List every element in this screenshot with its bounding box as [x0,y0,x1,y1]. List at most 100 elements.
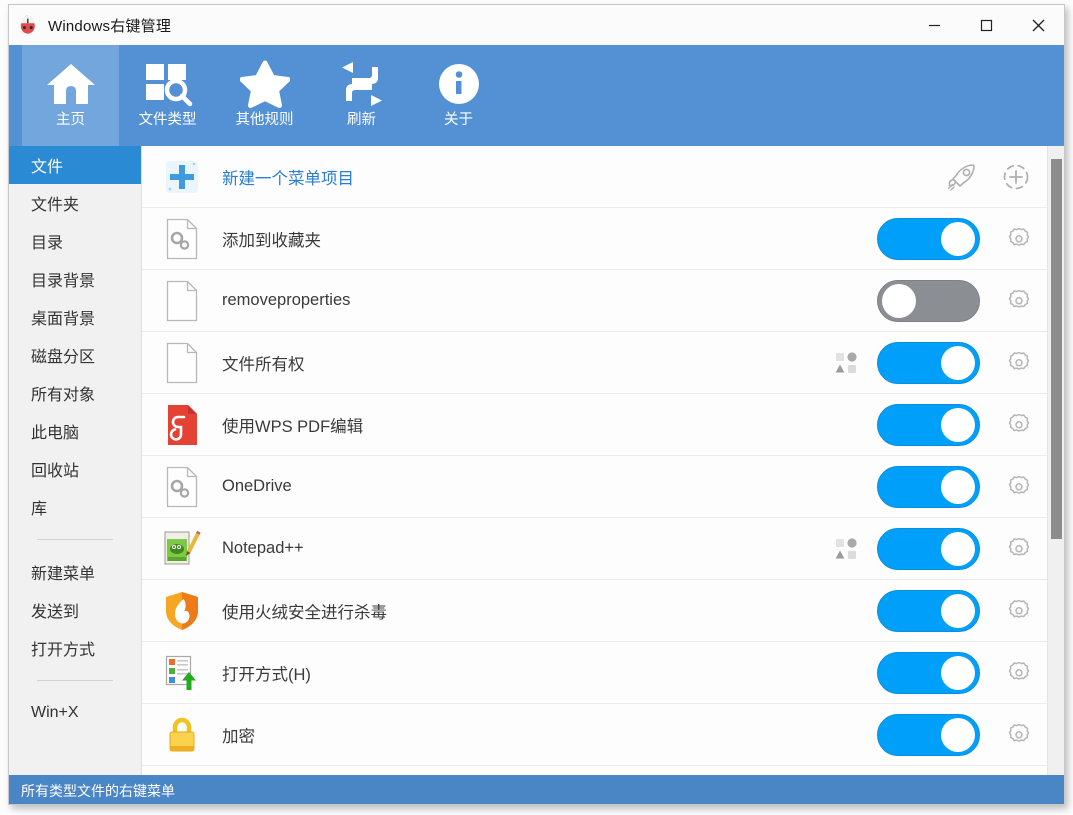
toggle-knob [941,469,975,504]
app-window: Windows右键管理 主页 文件类型 其他规则 刷新 关于 文件 文件夹 目录… [8,4,1065,805]
toolbar-item-about[interactable]: 关于 [410,45,507,146]
close-button[interactable] [1012,5,1064,45]
sidebar-item-library[interactable]: 库 [9,488,141,526]
toolbar-item-refresh[interactable]: 刷新 [313,45,410,146]
list-scrollbar[interactable] [1047,146,1064,775]
sidebar-label: 文件 [31,159,64,176]
target-add-icon[interactable] [996,159,1036,195]
row-toggle[interactable] [877,651,980,694]
status-text: 所有类型文件的右键菜单 [21,782,175,799]
row-toggle[interactable] [877,589,980,632]
sidebar-label: 桌面背景 [31,311,96,328]
row-toggle[interactable] [877,465,980,508]
sidebar-item-send-to[interactable]: 发送到 [9,591,141,629]
sidebar-label: 所有对象 [31,387,96,404]
app-root: Windows右键管理 主页 文件类型 其他规则 刷新 关于 文件 文件夹 目录… [0,0,1073,815]
home-icon [45,58,97,110]
toolbar-label-home: 主页 [56,111,85,128]
row-label: Notepad++ [222,539,304,557]
sidebar-item-disk-partition[interactable]: 磁盘分区 [9,336,141,374]
toolbar-item-home[interactable]: 主页 [22,45,119,146]
row-toggle[interactable] [877,527,980,570]
table-row[interactable]: 打开方式(H) [142,642,1064,704]
toggle-knob [941,717,975,752]
row-label: OneDrive [222,477,292,495]
sidebar-label: 新建菜单 [31,566,96,583]
table-row[interactable]: OneDrive [142,456,1064,518]
shapes-marker-icon [835,351,857,374]
sidebar-item-new-menu[interactable]: 新建菜单 [9,553,141,591]
table-row[interactable]: 使用火绒安全进行杀毒 [142,580,1064,642]
sidebar-item-folder[interactable]: 文件夹 [9,184,141,222]
row-toggle[interactable] [877,341,980,384]
rocket-icon[interactable] [942,159,982,195]
toolbar-label-other-rules: 其他规则 [235,111,294,128]
header-actions [928,159,1036,195]
sidebar-divider-1 [37,539,113,540]
sidebar-item-recycle-bin[interactable]: 回收站 [9,450,141,488]
sidebar-divider-2 [37,680,113,681]
maximize-button[interactable] [960,5,1012,45]
sidebar-label: 库 [31,501,48,518]
toggle-knob [941,407,975,442]
sidebar-label: 发送到 [31,604,80,621]
toolbar-item-other-rules[interactable]: 其他规则 [216,45,313,146]
row-toggle[interactable] [877,403,980,446]
new-menu-item-label: 新建一个菜单项目 [222,169,354,188]
sidebar-item-file[interactable]: 文件 [9,146,141,184]
sidebar-label: 目录 [31,235,64,252]
sidebar-item-directory-background[interactable]: 目录背景 [9,260,141,298]
table-row[interactable]: 加密 [142,704,1064,766]
sidebar-label: 回收站 [31,463,80,480]
table-row[interactable]: removeproperties [142,270,1064,332]
sidebar-label: 此电脑 [31,425,80,442]
mouse-icon [18,15,38,35]
new-menu-item-row[interactable]: 新建一个菜单项目 [142,146,1064,208]
gear-icon[interactable] [1002,656,1036,690]
toolbar-item-file-type[interactable]: 文件类型 [119,45,216,146]
table-row[interactable]: 使用WPS PDF编辑 [142,394,1064,456]
star-icon [239,58,290,110]
sidebar-item-desktop-background[interactable]: 桌面背景 [9,298,141,336]
wps-pdf-icon [158,403,206,447]
sidebar-label: 目录背景 [31,273,96,290]
sidebar-item-open-with[interactable]: 打开方式 [9,629,141,667]
menu-item-list: 新建一个菜单项目 添加到收藏夹 removeproperties 文件所有权 使… [142,146,1064,775]
gear-icon[interactable] [1002,284,1036,318]
huorong-shield-icon [158,589,206,633]
sidebar-item-this-pc[interactable]: 此电脑 [9,412,141,450]
sidebar: 文件 文件夹 目录 目录背景 桌面背景 磁盘分区 所有对象 此电脑 回收站 库 … [9,146,142,775]
lock-icon [158,713,206,757]
gear-icon[interactable] [1002,718,1036,752]
table-row[interactable]: 添加到收藏夹 [142,208,1064,270]
scrollbar-thumb[interactable] [1051,159,1062,539]
row-toggle[interactable] [877,713,980,756]
toggle-knob [941,531,975,566]
gear-icon[interactable] [1002,346,1036,380]
row-toggle[interactable] [877,279,980,322]
gear-icon[interactable] [1002,594,1036,628]
toolbar-label-about: 关于 [444,111,473,128]
toolbar-label-refresh: 刷新 [347,111,376,128]
gear-icon[interactable] [1002,470,1036,504]
gear-icon[interactable] [1002,408,1036,442]
table-row[interactable]: 文件所有权 [142,332,1064,394]
file-blank-icon [158,279,206,323]
gear-icon[interactable] [1002,222,1036,256]
file-gears-icon [158,217,206,261]
row-toggle[interactable] [877,217,980,260]
window-title: Windows右键管理 [48,17,172,35]
sidebar-item-directory[interactable]: 目录 [9,222,141,260]
window-controls [908,5,1064,45]
row-label: 添加到收藏夹 [222,231,321,250]
sidebar-item-all-objects[interactable]: 所有对象 [9,374,141,412]
table-row[interactable]: Notepad++ [142,518,1064,580]
minimize-button[interactable] [908,5,960,45]
gear-icon[interactable] [1002,532,1036,566]
info-icon [436,58,482,110]
refresh-icon [337,58,387,110]
sidebar-item-win-x[interactable]: Win+X [9,694,141,732]
open-with-icon [158,651,206,695]
row-label: 文件所有权 [222,355,305,374]
file-type-search-icon [143,58,193,110]
